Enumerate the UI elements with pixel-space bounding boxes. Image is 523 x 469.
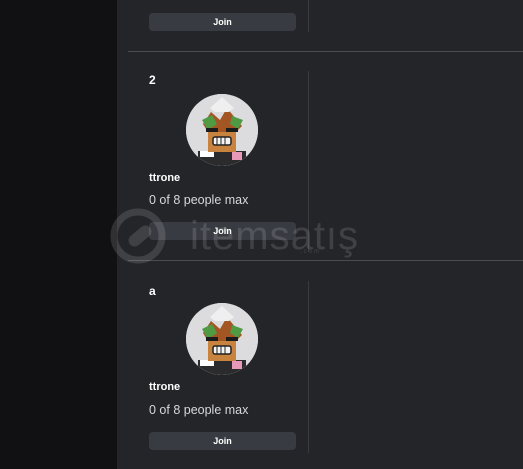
server-name: a <box>149 284 156 298</box>
roblox-avatar-icon <box>186 94 258 166</box>
join-button[interactable]: Join <box>149 432 296 450</box>
section-divider <box>128 51 523 52</box>
left-gutter <box>0 0 117 469</box>
owner-name[interactable]: ttrone <box>149 172 180 184</box>
avatar[interactable] <box>186 303 258 375</box>
capacity-text: 0 of 8 people max <box>149 403 249 417</box>
roblox-avatar-icon <box>186 303 258 375</box>
avatar[interactable] <box>186 94 258 166</box>
join-button[interactable]: Join <box>149 13 296 31</box>
join-button[interactable]: Join <box>149 222 296 240</box>
card-divider <box>308 0 309 32</box>
card-divider <box>308 71 309 252</box>
server-name: 2 <box>149 73 156 87</box>
section-divider <box>128 260 523 261</box>
owner-name[interactable]: ttrone <box>149 381 180 393</box>
card-divider <box>308 281 309 453</box>
capacity-text: 0 of 8 people max <box>149 193 249 207</box>
page: Join 2 ttrone 0 of 8 people max Join a t… <box>0 0 523 469</box>
